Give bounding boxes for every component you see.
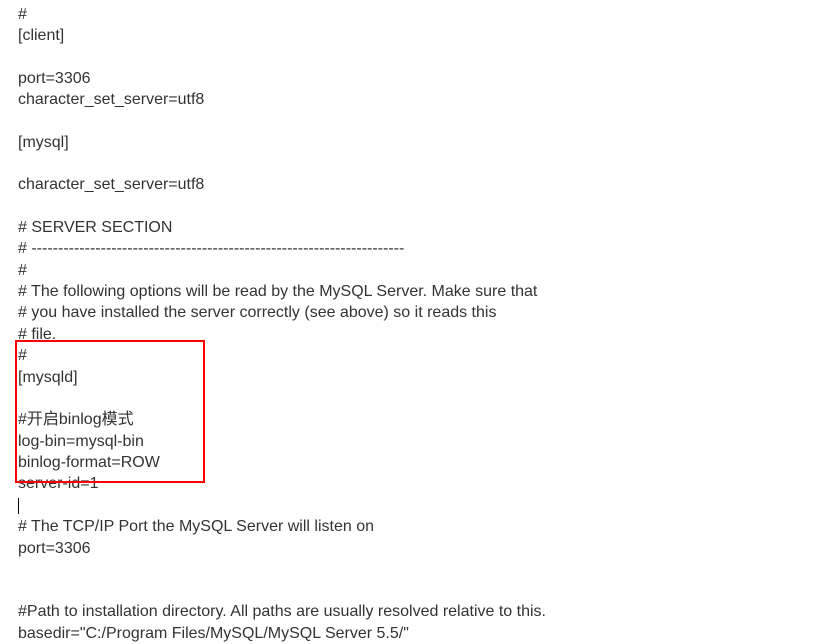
blank-line bbox=[18, 111, 810, 132]
config-server-section-title: # SERVER SECTION bbox=[18, 217, 810, 238]
blank-line bbox=[18, 580, 810, 601]
config-desc1: # The following options will be read by … bbox=[18, 281, 810, 302]
blank-line bbox=[18, 559, 810, 580]
blank-line bbox=[18, 47, 810, 68]
config-hash: # bbox=[18, 260, 810, 281]
config-path-comment: #Path to installation directory. All pat… bbox=[18, 601, 810, 622]
config-server-id: server-id=1 bbox=[18, 473, 810, 494]
config-desc3: # file. bbox=[18, 324, 810, 345]
cursor-line bbox=[18, 495, 810, 516]
config-client-section: [client] bbox=[18, 25, 810, 46]
config-basedir: basedir="C:/Program Files/MySQL/MySQL Se… bbox=[18, 623, 810, 644]
config-dashes: # --------------------------------------… bbox=[18, 238, 810, 259]
text-cursor-icon bbox=[18, 498, 19, 514]
config-port: port=3306 bbox=[18, 68, 810, 89]
config-charset: character_set_server=utf8 bbox=[18, 89, 810, 110]
blank-line bbox=[18, 388, 810, 409]
config-logbin: log-bin=mysql-bin bbox=[18, 431, 810, 452]
config-desc2: # you have installed the server correctl… bbox=[18, 302, 810, 323]
config-mysql-section: [mysql] bbox=[18, 132, 810, 153]
blank-line bbox=[18, 196, 810, 217]
blank-line bbox=[18, 153, 810, 174]
config-hash2: # bbox=[18, 345, 810, 366]
config-mysqld-section: [mysqld] bbox=[18, 367, 810, 388]
config-port2: port=3306 bbox=[18, 538, 810, 559]
config-charset2: character_set_server=utf8 bbox=[18, 174, 810, 195]
config-binlog-comment: #开启binlog模式 bbox=[18, 409, 810, 430]
config-tcp-comment: # The TCP/IP Port the MySQL Server will … bbox=[18, 516, 810, 537]
config-binlog-format: binlog-format=ROW bbox=[18, 452, 810, 473]
config-hash-top: # bbox=[18, 4, 810, 25]
